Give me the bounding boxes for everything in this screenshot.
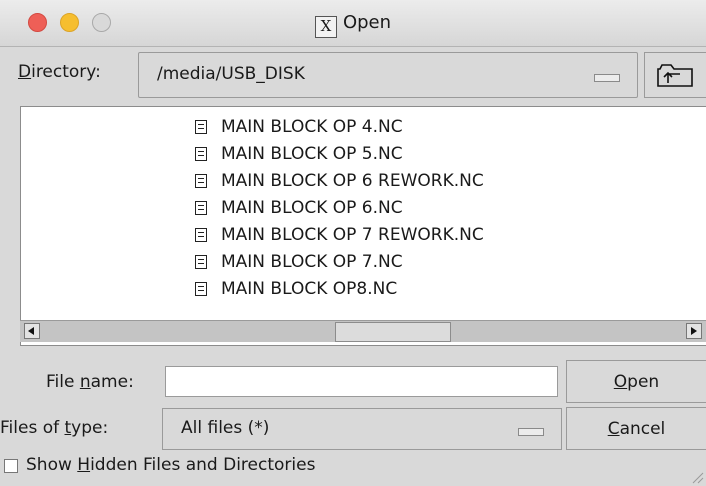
file-type-combobox[interactable]: All files (*)	[162, 408, 562, 450]
list-item[interactable]: MAIN BLOCK OP8.NC	[195, 276, 397, 303]
open-button-label: pen	[627, 372, 660, 392]
directory-label: Directory:	[18, 62, 101, 82]
list-item[interactable]: MAIN BLOCK OP 5.NC	[195, 141, 403, 168]
file-type-label: Files of type:	[0, 418, 108, 438]
list-item[interactable]: MAIN BLOCK OP 6 REWORK.NC	[195, 168, 484, 195]
show-hidden-label[interactable]: Show Hidden Files and Directories	[26, 455, 315, 475]
file-icon	[195, 255, 207, 269]
file-icon	[195, 174, 207, 188]
x11-icon: X	[314, 16, 337, 38]
directory-label-text: irectory:	[31, 62, 101, 82]
file-name-label-mnemonic: n	[79, 372, 91, 392]
file-list[interactable]: MAIN BLOCK OP 4.NC MAIN BLOCK OP 5.NC MA…	[20, 106, 706, 346]
file-type-value: All files (*)	[181, 418, 270, 438]
window-title: Open	[342, 12, 392, 33]
parent-directory-button[interactable]	[644, 52, 706, 98]
file-name: MAIN BLOCK OP 7.NC	[221, 252, 403, 272]
title-bar: X Open	[0, 0, 706, 47]
directory-combobox[interactable]: /media/USB_DISK	[138, 52, 638, 98]
file-icon	[195, 228, 207, 242]
cancel-button[interactable]: Cancel	[566, 407, 706, 450]
list-item[interactable]: MAIN BLOCK OP 4.NC	[195, 114, 403, 141]
file-icon	[195, 201, 207, 215]
file-name: MAIN BLOCK OP 5.NC	[221, 144, 403, 164]
file-name: MAIN BLOCK OP 7 REWORK.NC	[221, 225, 484, 245]
show-hidden-label-mnemonic: H	[77, 455, 91, 475]
file-name-label: File name:	[46, 372, 134, 392]
combobox-dropdown-icon	[518, 428, 544, 436]
window-title-area: X Open	[0, 12, 706, 38]
combobox-dropdown-icon	[594, 74, 620, 82]
open-button-mnemonic: O	[613, 372, 628, 392]
file-name-input[interactable]	[165, 366, 558, 397]
file-name: MAIN BLOCK OP8.NC	[221, 279, 398, 299]
list-item[interactable]: MAIN BLOCK OP 6.NC	[195, 195, 403, 222]
show-hidden-label-post: idden Files and Directories	[90, 455, 316, 475]
file-type-label-pre: Files of	[0, 418, 65, 438]
show-hidden-label-pre: Show	[26, 455, 78, 475]
file-name: MAIN BLOCK OP 6.NC	[221, 198, 403, 218]
open-button[interactable]: Open	[566, 360, 706, 403]
file-type-label-post: ype:	[71, 418, 109, 438]
scroll-right-arrow-icon[interactable]	[686, 323, 702, 339]
cancel-button-mnemonic: C	[607, 419, 620, 439]
file-icon	[195, 120, 207, 134]
cancel-button-label: ancel	[619, 419, 666, 439]
scrollbar-thumb[interactable]	[335, 322, 451, 342]
resize-grip-icon[interactable]	[690, 470, 704, 484]
directory-label-mnemonic: D	[18, 62, 32, 82]
file-icon	[195, 147, 207, 161]
list-item[interactable]: MAIN BLOCK OP 7 REWORK.NC	[195, 222, 484, 249]
file-name: MAIN BLOCK OP 4.NC	[221, 117, 403, 137]
file-name-label-post: ame:	[90, 372, 134, 392]
file-icon	[195, 282, 207, 296]
show-hidden-checkbox[interactable]	[4, 459, 18, 473]
folder-up-icon	[657, 64, 693, 87]
horizontal-scrollbar[interactable]	[20, 320, 706, 342]
directory-value: /media/USB_DISK	[157, 64, 305, 84]
list-item[interactable]: MAIN BLOCK OP 7.NC	[195, 249, 403, 276]
file-name: MAIN BLOCK OP 6 REWORK.NC	[221, 171, 484, 191]
scroll-left-arrow-icon[interactable]	[24, 323, 40, 339]
file-name-label-pre: File	[46, 372, 80, 392]
